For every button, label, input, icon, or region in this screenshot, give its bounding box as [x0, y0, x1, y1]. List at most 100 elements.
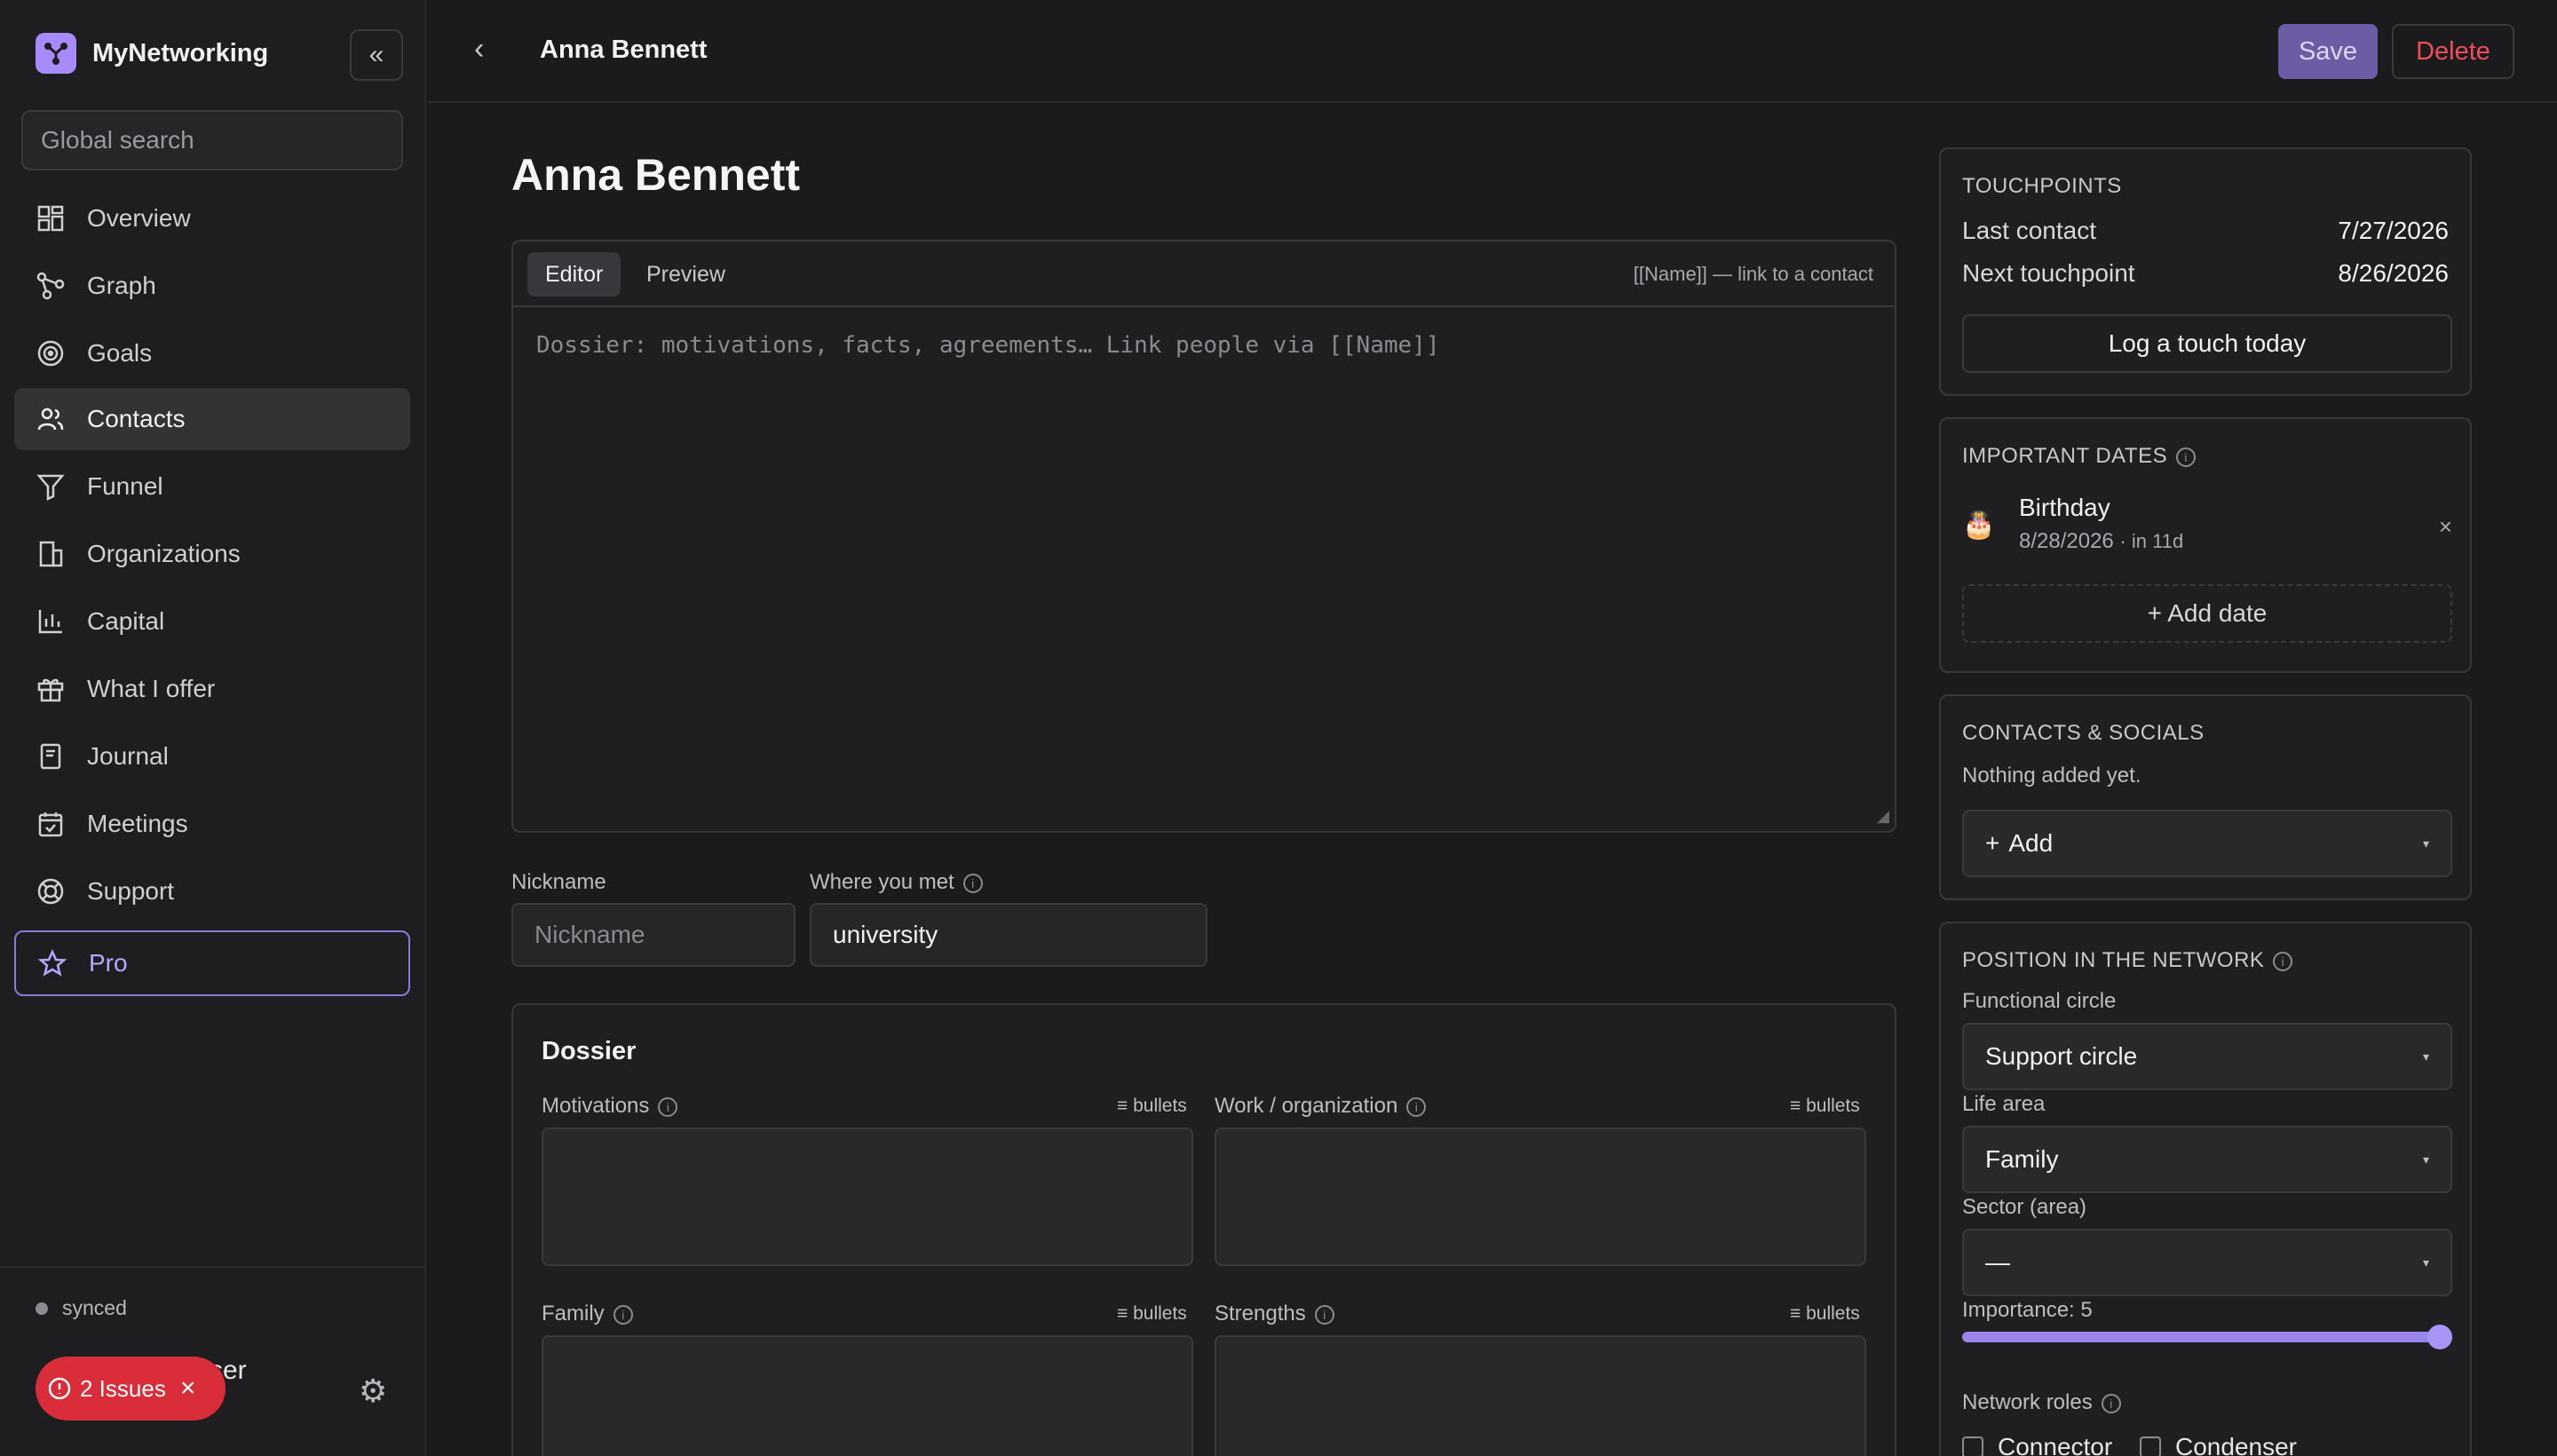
family-label: Family i	[542, 1302, 633, 1326]
cake-icon: 🎂	[1962, 510, 1996, 540]
tab-editor[interactable]: Editor	[527, 252, 621, 297]
info-icon[interactable]: i	[613, 1304, 633, 1325]
sidebar-item-meetings[interactable]: Meetings	[14, 793, 410, 855]
family-bullets-button[interactable]: ≡ bullets	[1117, 1303, 1187, 1325]
date-item-name: Birthday	[2019, 494, 2110, 521]
family-label-text: Family	[542, 1302, 605, 1325]
sector-select[interactable]: — ▾	[1962, 1229, 2452, 1296]
network-roles-label: Network roles i	[1962, 1390, 2121, 1415]
gift-icon	[36, 674, 66, 704]
remove-date-icon[interactable]: ×	[2439, 513, 2452, 541]
editor-textarea[interactable]: Dossier: motivations, facts, agreements……	[536, 332, 1439, 359]
back-chevron-icon[interactable]: ‹	[474, 32, 484, 67]
chevron-down-icon: ▾	[2422, 1152, 2429, 1167]
sidebar-item-organizations[interactable]: Organizations	[14, 523, 410, 585]
sidebar-item-support[interactable]: Support	[14, 860, 410, 922]
network-roles-label-text: Network roles	[1962, 1390, 2093, 1414]
log-touch-button[interactable]: Log a touch today	[1962, 314, 2452, 373]
sidebar-footer-divider	[0, 1266, 426, 1268]
info-icon[interactable]: i	[2176, 447, 2197, 467]
family-textarea[interactable]	[542, 1335, 1193, 1456]
role-connector-checkbox[interactable]: Connector	[1962, 1433, 2112, 1456]
work-organization-label-text: Work / organization	[1215, 1094, 1398, 1118]
editor-toolbar: Editor Preview [[Name]] — link to a cont…	[513, 241, 1895, 307]
nickname-input[interactable]: Nickname	[511, 903, 796, 967]
sidebar-item-label: Goals	[87, 339, 153, 367]
info-icon[interactable]: i	[658, 1096, 678, 1117]
motivations-label-text: Motivations	[542, 1094, 650, 1118]
sidebar-item-journal[interactable]: Journal	[14, 725, 410, 787]
role-condenser-checkbox[interactable]: Condenser	[2140, 1433, 2297, 1456]
sidebar-item-what-i-offer[interactable]: What I offer	[14, 658, 410, 720]
global-search-input[interactable]: Global search	[21, 110, 403, 170]
sidebar: MyNetworking « Global search Overview Gr…	[0, 0, 426, 1456]
close-icon[interactable]: ×	[180, 1373, 196, 1404]
building-icon	[36, 539, 66, 569]
sidebar-item-graph[interactable]: Graph	[14, 255, 410, 317]
nickname-label: Nickname	[511, 870, 606, 894]
strengths-bullets-button[interactable]: ≡ bullets	[1790, 1303, 1860, 1325]
date-item-relative: · in 11d	[2119, 530, 2184, 552]
sidebar-item-goals[interactable]: Goals	[14, 322, 410, 384]
sector-value: —	[1985, 1248, 2010, 1276]
touchpoints-card: TOUCHPOINTS Last contact 7/27/2026 Next …	[1939, 147, 2472, 396]
sidebar-item-label: Contacts	[87, 405, 186, 432]
motivations-label: Motivations i	[542, 1094, 678, 1119]
tab-preview[interactable]: Preview	[629, 252, 743, 297]
sidebar-item-label: Journal	[87, 742, 169, 770]
notebook-icon	[36, 741, 66, 772]
chevrons-left-icon: «	[368, 40, 384, 69]
work-organization-textarea[interactable]	[1215, 1128, 1866, 1266]
sidebar-item-contacts[interactable]: Contacts	[14, 388, 410, 450]
life-area-value: Family	[1985, 1145, 2059, 1173]
life-area-label: Life area	[1962, 1092, 2046, 1116]
resize-handle-icon[interactable]: ◢	[1877, 807, 1889, 826]
sidebar-item-label: What I offer	[87, 675, 216, 702]
info-icon[interactable]: i	[2101, 1393, 2121, 1413]
important-dates-card: IMPORTANT DATES i 🎂 Birthday 8/28/2026 · …	[1939, 417, 2472, 673]
sidebar-item-capital[interactable]: Capital	[14, 590, 410, 653]
users-icon	[36, 404, 66, 434]
strengths-textarea[interactable]	[1215, 1335, 1866, 1456]
dossier-title: Dossier	[542, 1037, 637, 1065]
contacts-socials-card: CONTACTS & SOCIALS Nothing added yet. + A…	[1939, 694, 2472, 900]
work-organization-label: Work / organization i	[1215, 1094, 1427, 1119]
strengths-label: Strengths i	[1215, 1302, 1334, 1326]
sidebar-item-label: Graph	[87, 272, 156, 299]
sidebar-item-overview[interactable]: Overview	[14, 187, 410, 249]
target-icon	[36, 338, 66, 368]
delete-button[interactable]: Delete	[2392, 24, 2514, 79]
collapse-sidebar-button[interactable]: «	[350, 29, 403, 81]
work-organization-bullets-button[interactable]: ≡ bullets	[1790, 1096, 1860, 1117]
last-contact-label: Last contact	[1962, 217, 2096, 244]
contacts-socials-heading: CONTACTS & SOCIALS	[1962, 721, 2205, 745]
info-icon[interactable]: i	[962, 873, 983, 893]
sync-status: synced	[36, 1296, 127, 1320]
info-icon[interactable]: i	[1406, 1096, 1427, 1117]
gear-icon[interactable]: ⚙	[359, 1373, 387, 1410]
info-icon[interactable]: i	[1314, 1304, 1334, 1325]
importance-slider[interactable]	[1962, 1332, 2452, 1342]
grid-icon	[36, 203, 66, 233]
issues-badge[interactable]: 2 Issues ×	[36, 1357, 226, 1420]
brand[interactable]: MyNetworking	[36, 33, 268, 74]
info-icon[interactable]: i	[2273, 951, 2293, 971]
sidebar-item-pro[interactable]: Pro	[14, 930, 410, 996]
add-date-button[interactable]: + Add date	[1962, 584, 2452, 643]
save-button[interactable]: Save	[2278, 24, 2378, 79]
alert-circle-icon	[48, 1377, 71, 1400]
filter-icon	[36, 471, 66, 502]
add-contact-dropdown[interactable]: + Add ▾	[1962, 810, 2452, 877]
motivations-textarea[interactable]	[542, 1128, 1193, 1266]
role-label: Condenser	[2175, 1433, 2297, 1456]
next-touchpoint-label: Next touchpoint	[1962, 259, 2135, 287]
functional-circle-select[interactable]: Support circle ▾	[1962, 1023, 2452, 1090]
sector-label: Sector (area)	[1962, 1195, 2087, 1219]
importance-slider-handle[interactable]	[2427, 1325, 2452, 1349]
life-area-select[interactable]: Family ▾	[1962, 1126, 2452, 1193]
motivations-bullets-button[interactable]: ≡ bullets	[1117, 1096, 1187, 1117]
date-item: 🎂 Birthday 8/28/2026 · in 11d ×	[1962, 494, 2452, 565]
sidebar-item-funnel[interactable]: Funnel	[14, 455, 410, 518]
where-met-input[interactable]: university	[810, 903, 1207, 967]
functional-circle-value: Support circle	[1985, 1042, 2138, 1070]
